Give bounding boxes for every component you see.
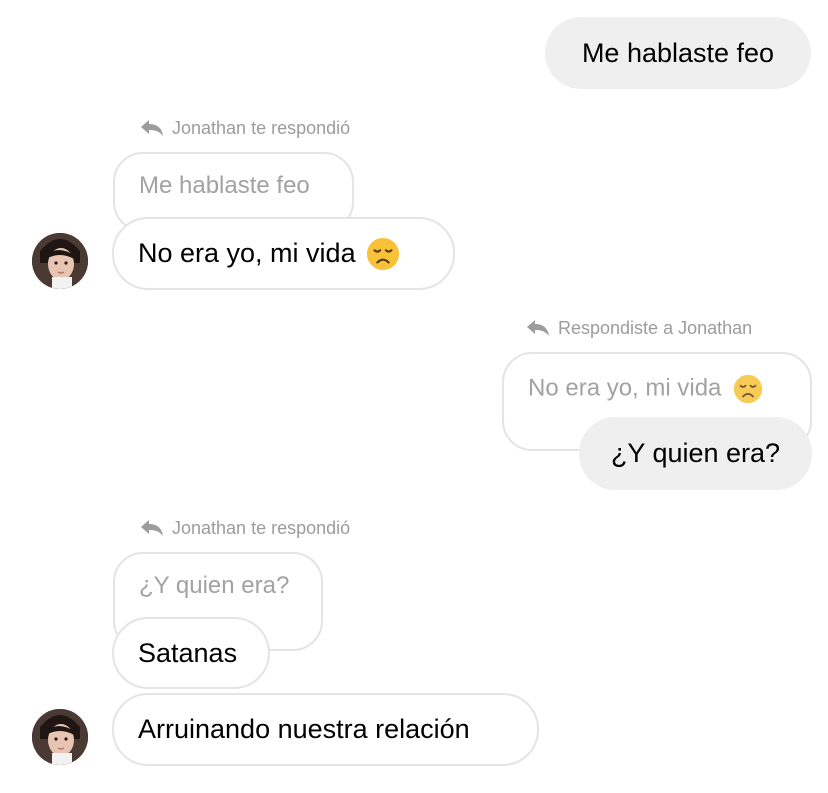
incoming-message-bubble[interactable]: Arruinando nuestra relación [112,693,539,766]
reply-label-text: Jonathan te respondió [172,518,351,538]
contact-avatar[interactable] [32,233,88,289]
quoted-message-text: No era yo, mi vida [528,374,763,404]
message-text: ¿Y quien era? [610,438,781,468]
quoted-message-text: Me hablaste feo [139,172,310,199]
quoted-message-text: ¿Y quien era? [139,572,290,599]
reply-label-text: Jonathan te respondió [172,118,351,138]
reply-context-label: Jonathan te respondió [140,119,350,137]
reply-arrow-icon [140,119,164,137]
disappointed-face-emoji [734,374,763,404]
reply-context-label: Jonathan te respondió [140,519,350,537]
reply-label-text: Respondiste a Jonathan [558,318,753,338]
reply-context-label: Respondiste a Jonathan [526,319,752,337]
outgoing-message-bubble[interactable]: Me hablaste feo [545,17,811,89]
outgoing-message-bubble[interactable]: ¿Y quien era? [579,417,812,490]
incoming-message-bubble[interactable]: No era yo, mi vida [112,217,455,290]
contact-avatar[interactable] [32,709,88,765]
reply-arrow-icon [526,319,550,337]
incoming-message-bubble[interactable]: Satanas [112,617,270,689]
disappointed-face-emoji [366,237,399,270]
message-text: No era yo, mi vida [138,238,356,268]
message-text: Arruinando nuestra relación [138,714,470,744]
message-text: Me hablaste feo [581,37,775,68]
reply-arrow-icon [140,519,164,537]
message-text: Satanas [138,637,238,668]
